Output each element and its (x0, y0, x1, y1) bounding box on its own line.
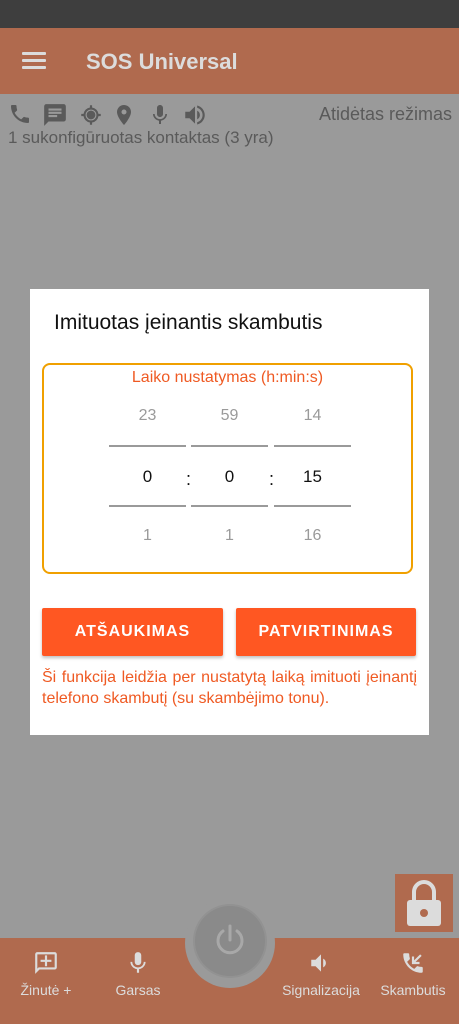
divider (109, 445, 186, 447)
power-icon (216, 924, 244, 955)
hours-current[interactable]: 0 (109, 467, 186, 487)
mode-label: Atidėtas režimas (318, 104, 452, 124)
app-title: SOS Universal (86, 49, 238, 74)
hours-picker[interactable]: 23 0 1 (109, 365, 186, 576)
minutes-picker[interactable]: 59 0 1 (191, 365, 268, 576)
nav-calls-label: Skambutis (380, 982, 446, 998)
seconds-next[interactable]: 16 (274, 527, 351, 545)
gps-icon (81, 105, 101, 125)
phone-icon (11, 105, 29, 123)
microphone-icon (130, 952, 146, 973)
lock-button[interactable] (395, 874, 453, 932)
dialog-description: Ši funkcija leidžia per nustatytą laiką … (42, 669, 417, 707)
minutes-current[interactable]: 0 (191, 467, 268, 487)
microphone-icon (153, 105, 167, 124)
cancel-button[interactable]: ATŠAUKIMAS (42, 608, 223, 656)
time-picker: Laiko nustatymas (h:min:s) 23 0 1 : 59 0… (42, 363, 413, 574)
fake-call-dialog: Imituotas įeinantis skambutis Laiko nust… (30, 289, 429, 735)
system-status-bar (0, 0, 459, 28)
incoming-call-icon (403, 953, 423, 973)
nav-calls[interactable]: Skambutis (372, 950, 454, 998)
seconds-prev[interactable]: 14 (274, 407, 351, 425)
confirm-button[interactable]: PATVIRTINIMAS (236, 608, 416, 656)
message-icon (44, 104, 66, 126)
nav-note-label: Žinutė + (20, 982, 72, 998)
divider (274, 505, 351, 507)
nav-note[interactable]: Žinutė + (4, 950, 88, 998)
divider (274, 445, 351, 447)
seconds-picker[interactable]: 14 15 16 (274, 365, 351, 576)
app-toolbar: SOS Universal (0, 28, 459, 94)
contacts-summary: 1 sukonfigūruotas kontaktas (3 yra) (8, 128, 274, 147)
menu-icon[interactable] (22, 52, 46, 70)
minutes-prev[interactable]: 59 (191, 407, 268, 425)
divider (191, 505, 268, 507)
power-button[interactable] (195, 906, 265, 976)
nav-sound-label: Garsas (115, 982, 161, 998)
dialog-title: Imituotas įeinantis skambutis (54, 311, 323, 334)
nav-signal-label: Signalizacija (282, 982, 360, 998)
hours-next[interactable]: 1 (109, 527, 186, 545)
nav-sound[interactable]: Garsas (96, 950, 180, 998)
seconds-current[interactable]: 15 (274, 467, 351, 487)
add-note-icon (35, 952, 57, 974)
nav-signal[interactable]: Signalizacija (276, 950, 366, 998)
minutes-next[interactable]: 1 (191, 527, 268, 545)
divider (109, 505, 186, 507)
hours-prev[interactable]: 23 (109, 407, 186, 425)
speaker-icon (311, 954, 326, 972)
divider (191, 445, 268, 447)
speaker-icon (185, 105, 205, 125)
location-pin-icon (117, 105, 131, 125)
lock-icon (407, 880, 441, 926)
